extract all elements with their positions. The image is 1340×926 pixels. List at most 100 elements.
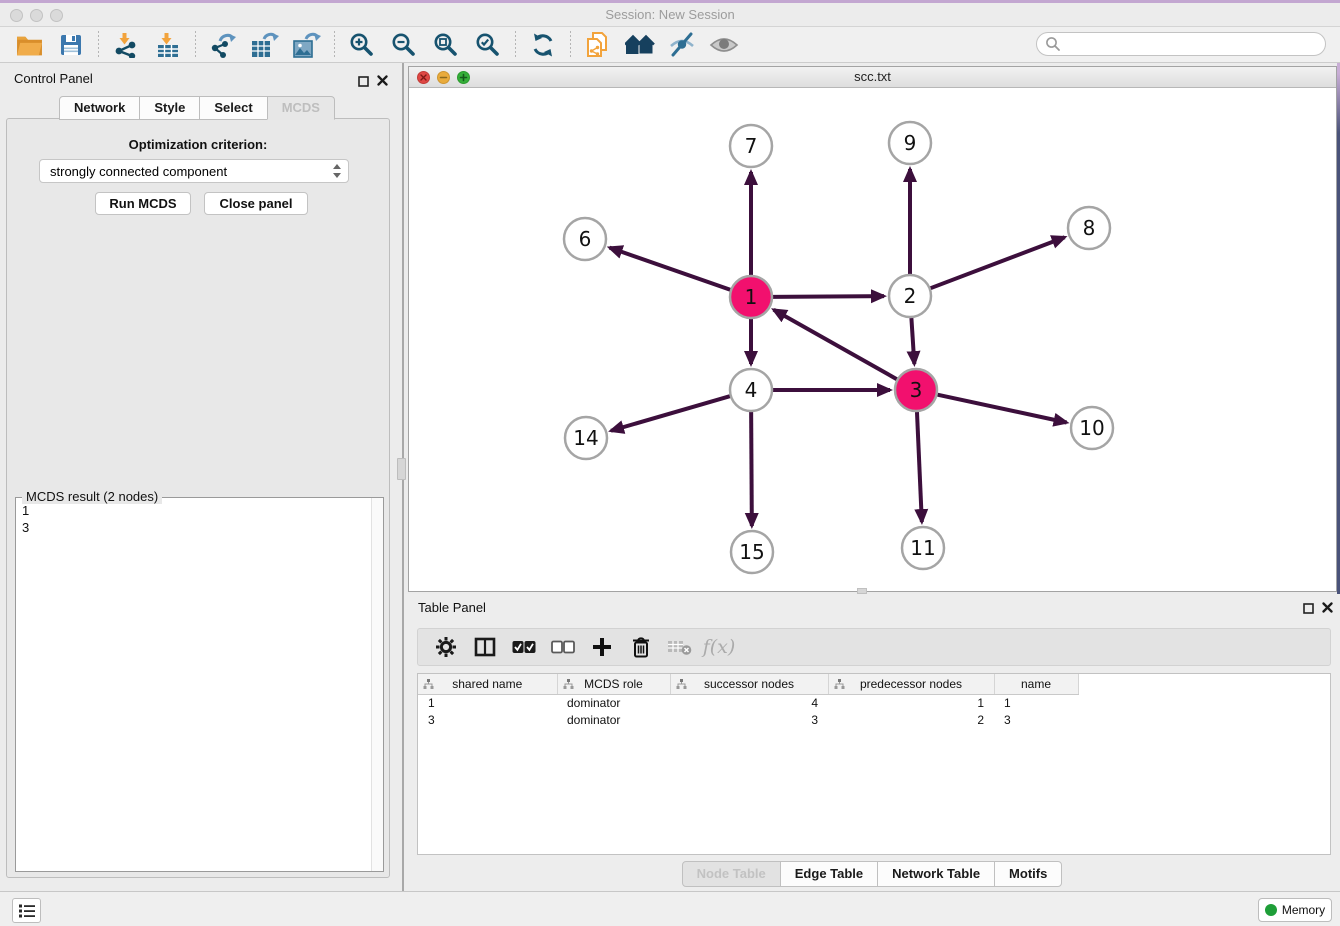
column-header[interactable]: MCDS role [557,674,670,694]
tab-style[interactable]: Style [139,96,200,120]
float-panel-icon[interactable] [358,74,369,92]
task-history-button[interactable] [12,898,41,923]
toolbar-separator [334,31,335,59]
float-table-panel-icon[interactable] [1303,601,1314,619]
graph-edge[interactable] [917,412,922,522]
vertical-splitter-handle[interactable] [397,458,406,480]
graph-edge[interactable] [774,310,897,379]
table-cell[interactable]: 3 [418,711,557,728]
fx-label: f(x) [703,636,736,658]
graph-edge[interactable] [751,412,752,526]
deselect-all-icon[interactable] [549,633,577,661]
search-icon [1045,36,1061,52]
tab-motifs[interactable]: Motifs [994,861,1062,887]
column-type-icon [563,679,574,690]
tab-network[interactable]: Network [59,96,140,120]
tab-node-table[interactable]: Node Table [682,861,781,887]
graph-node-label: 15 [739,540,764,564]
tab-select[interactable]: Select [199,96,267,120]
network-window-titlebar[interactable]: scc.txt [409,67,1336,88]
memory-button[interactable]: Memory [1258,898,1332,922]
search-input[interactable] [1066,37,1325,52]
maximize-window-icon[interactable] [457,71,470,84]
graph-edge[interactable] [611,396,730,431]
mcds-result-title: MCDS result (2 nodes) [22,489,162,504]
first-neighbors-icon[interactable] [625,30,655,60]
delete-column-icon[interactable] [627,633,655,661]
graph-node-label: 8 [1083,216,1096,240]
zoom-selected-icon[interactable] [473,30,503,60]
table-cell[interactable]: 1 [418,694,557,711]
table-cell[interactable]: dominator [557,694,670,711]
column-header-label: successor nodes [704,677,794,691]
export-table-icon[interactable] [250,30,280,60]
table-cell[interactable]: 1 [828,694,994,711]
chevron-updown-icon [332,163,342,179]
run-mcds-button[interactable]: Run MCDS [95,192,191,215]
mac-minimize-button[interactable] [30,9,43,22]
graph-edge[interactable] [931,237,1065,288]
zoom-out-icon[interactable] [389,30,419,60]
delete-table-icon[interactable] [666,633,694,661]
mac-zoom-button[interactable] [50,9,63,22]
mac-close-button[interactable] [10,9,23,22]
close-table-panel-icon[interactable] [1322,600,1333,618]
column-header[interactable]: predecessor nodes [828,674,994,694]
save-session-icon[interactable] [56,30,86,60]
zoom-fit-icon[interactable] [431,30,461,60]
graph-node-label: 1 [745,285,758,309]
table-cell[interactable]: 3 [670,711,828,728]
network-canvas[interactable]: 7968124314101511 [409,88,1336,591]
minimize-window-icon[interactable] [437,71,450,84]
graph-node-label: 4 [745,378,758,402]
tab-mcds[interactable]: MCDS [267,96,335,120]
control-panel: Control Panel Network Style Select MCDS … [0,63,394,891]
close-window-icon[interactable] [417,71,430,84]
table-cell[interactable]: dominator [557,711,670,728]
table-cell[interactable]: 3 [994,711,1078,728]
refresh-icon[interactable] [528,30,558,60]
graph-node-label: 6 [579,227,592,251]
optimization-dropdown[interactable]: strongly connected component [39,159,349,183]
export-network-icon[interactable] [208,30,238,60]
export-image-icon[interactable] [292,30,322,60]
graph-node-label: 14 [573,426,598,450]
toolbar-separator [515,31,516,59]
table-row[interactable]: 1dominator411 [418,694,1078,711]
clone-network-icon[interactable] [583,30,613,60]
tab-edge-table[interactable]: Edge Table [780,861,878,887]
graph-edge[interactable] [773,296,884,297]
table-cell[interactable]: 4 [670,694,828,711]
graph-edge[interactable] [610,248,731,290]
column-type-icon [423,679,434,690]
list-icon [18,903,36,919]
import-network-icon[interactable] [111,30,141,60]
graph-node-label: 10 [1079,416,1104,440]
column-layout-icon[interactable] [471,633,499,661]
tab-network-table[interactable]: Network Table [877,861,995,887]
add-column-icon[interactable] [588,633,616,661]
graph-edge[interactable] [911,318,914,364]
show-all-icon[interactable] [709,30,739,60]
graph-edge[interactable] [938,395,1067,423]
column-header[interactable]: successor nodes [670,674,828,694]
search-box[interactable] [1036,32,1326,56]
graph-node-label: 2 [904,284,917,308]
import-table-icon[interactable] [153,30,183,60]
column-header-label: predecessor nodes [860,677,962,691]
table-row[interactable]: 3dominator323 [418,711,1078,728]
table-cell[interactable]: 2 [828,711,994,728]
column-header[interactable]: shared name [418,674,557,694]
result-scrollbar[interactable] [371,498,383,871]
settings-gear-icon[interactable] [432,633,460,661]
close-panel-button[interactable]: Close panel [204,192,308,215]
function-builder-icon[interactable]: f(x) [705,633,733,661]
select-all-checked-icon[interactable] [510,633,538,661]
zoom-in-icon[interactable] [347,30,377,60]
column-header[interactable]: name [994,674,1078,694]
node-table[interactable]: shared nameMCDS role successor nodes prede… [417,673,1331,855]
hide-selected-icon[interactable] [667,30,697,60]
close-panel-icon[interactable] [377,73,388,91]
table-cell[interactable]: 1 [994,694,1078,711]
open-session-icon[interactable] [14,30,44,60]
